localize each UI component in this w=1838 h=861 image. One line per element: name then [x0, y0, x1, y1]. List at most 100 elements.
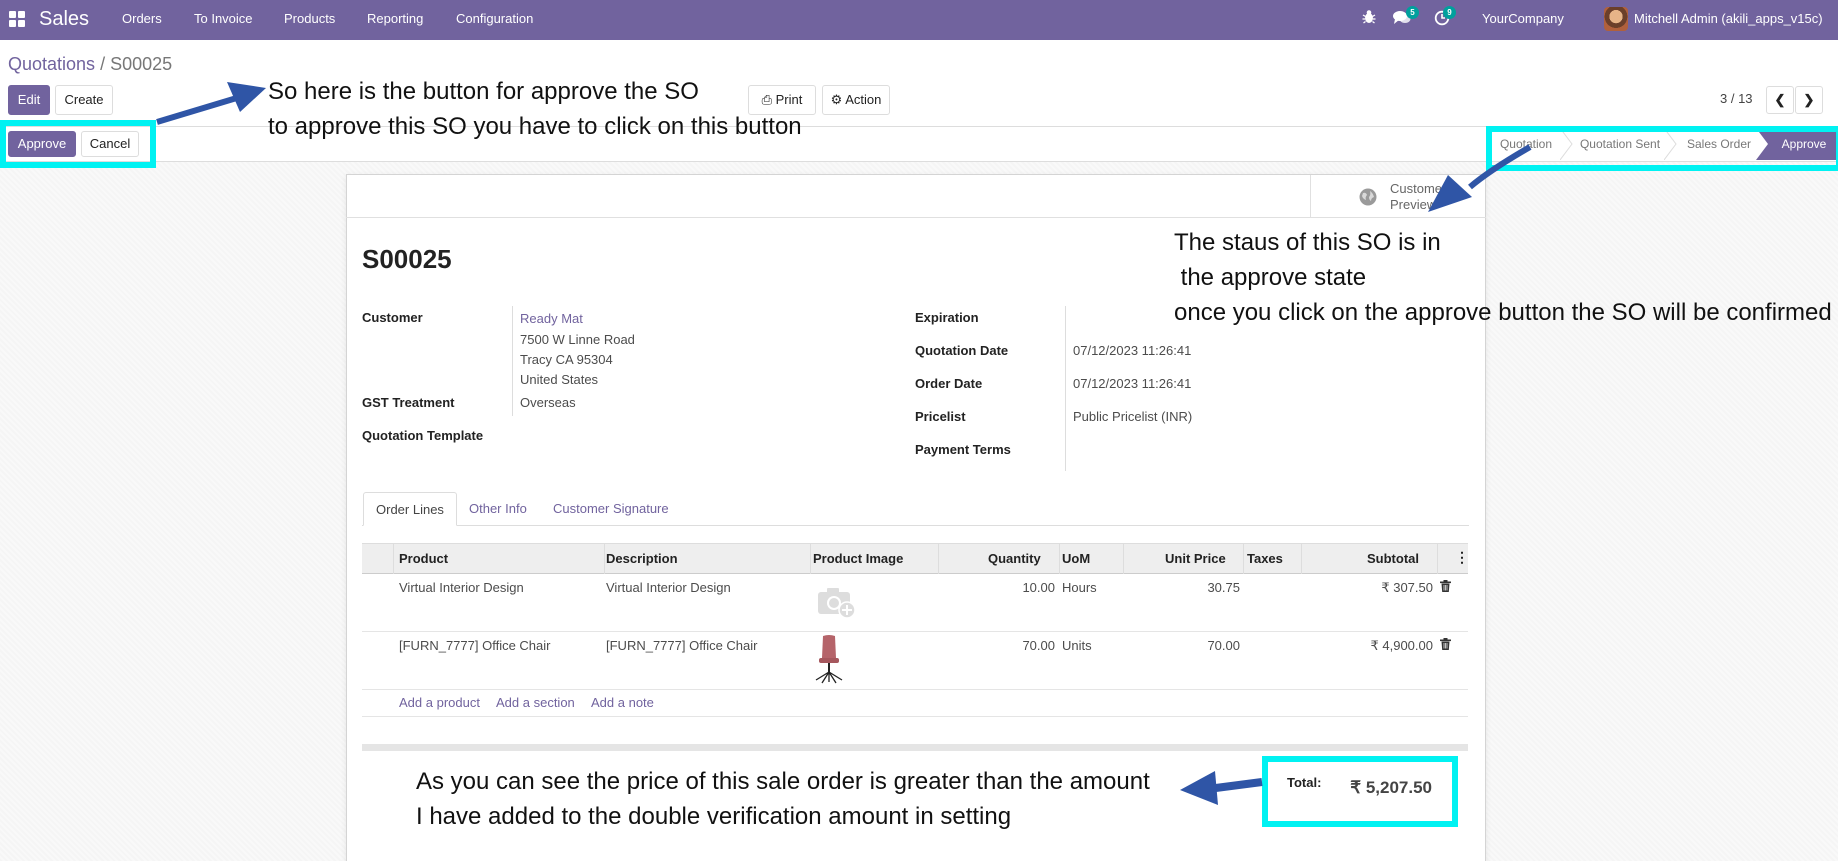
menu-orders[interactable]: Orders — [122, 11, 162, 26]
row-unit-price[interactable]: 30.75 — [1140, 580, 1240, 595]
col-product[interactable]: Product — [399, 551, 448, 566]
annotation-status-line1: The staus of this SO is in — [1174, 229, 1441, 256]
column-separator — [1301, 543, 1302, 574]
customer-address-line3: United States — [520, 372, 599, 387]
order-date-label: Order Date — [915, 376, 983, 391]
row-description[interactable]: [FURN_7777] Office Chair — [606, 638, 758, 653]
globe-icon — [1359, 188, 1377, 206]
col-subtotal[interactable]: Subtotal — [1367, 551, 1419, 566]
add-product-link[interactable]: Add a product — [399, 695, 480, 710]
order-name: S00025 — [362, 244, 452, 274]
gst-treatment-value: Overseas — [520, 395, 576, 410]
row-quantity[interactable]: 70.00 — [955, 638, 1055, 653]
quotation-date-value: 07/12/2023 11:26:41 — [1073, 343, 1192, 358]
col-product-image[interactable]: Product Image — [813, 551, 903, 566]
quotation-template-label: Quotation Template — [362, 428, 484, 443]
office-chair-image — [813, 634, 845, 687]
menu-products[interactable]: Products — [284, 11, 335, 26]
row-subtotal: ₹ 307.50 — [1381, 580, 1433, 595]
column-separator — [938, 543, 939, 574]
field-separator — [1065, 306, 1066, 471]
messages-count-badge: 5 — [1406, 6, 1419, 19]
customer-preview-button[interactable]: Customer Preview — [1310, 175, 1485, 218]
action-button[interactable]: ⚙ Action — [822, 85, 890, 115]
preview-label-1: Customer — [1390, 181, 1447, 196]
delete-row-icon[interactable] — [1440, 638, 1451, 653]
totals-divider — [362, 744, 1468, 751]
apps-menu-icon[interactable] — [9, 11, 25, 27]
annotation-status-line3: once you click on the approve button the… — [1174, 299, 1832, 326]
breadcrumb-separator: / — [100, 54, 106, 74]
customer-label: Customer — [362, 310, 423, 325]
row-quantity[interactable]: 10.00 — [955, 580, 1055, 595]
debug-bug-icon[interactable] — [1362, 9, 1376, 28]
breadcrumb-quotations[interactable]: Quotations — [8, 54, 95, 74]
pager-value[interactable]: 3 / 13 — [1720, 91, 1753, 106]
column-separator — [604, 543, 605, 574]
create-button[interactable]: Create — [55, 85, 113, 115]
annotation-price-line2: I have added to the double verification … — [416, 803, 1012, 830]
breadcrumb: Quotations / S00025 — [8, 54, 172, 75]
expiration-label: Expiration — [915, 310, 979, 325]
menu-configuration[interactable]: Configuration — [456, 11, 533, 26]
annotation-approve-line1: So here is the button for approve the SO — [268, 78, 699, 105]
tab-customer-signature[interactable]: Customer Signature — [541, 492, 681, 526]
col-description[interactable]: Description — [606, 551, 678, 566]
field-separator — [512, 306, 513, 416]
column-separator — [1059, 543, 1060, 574]
app-name[interactable]: Sales — [39, 8, 89, 31]
quotation-date-label: Quotation Date — [915, 343, 1009, 358]
highlight-total — [1262, 756, 1458, 827]
user-avatar[interactable] — [1604, 7, 1628, 31]
tab-other-info[interactable]: Other Info — [457, 492, 539, 526]
optional-columns-icon[interactable]: ⋮ — [1455, 549, 1469, 566]
row-uom[interactable]: Units — [1062, 638, 1092, 653]
annotation-price-line1: As you can see the price of this sale or… — [416, 768, 1150, 795]
delete-row-icon[interactable] — [1440, 580, 1451, 595]
pager-previous-button[interactable]: ❮ — [1766, 86, 1794, 114]
tab-order-lines[interactable]: Order Lines — [363, 492, 457, 526]
activities-count-badge: 9 — [1443, 6, 1456, 19]
pager-next-button[interactable]: ❯ — [1795, 86, 1823, 114]
edit-button[interactable]: Edit — [8, 85, 50, 115]
row-description[interactable]: Virtual Interior Design — [606, 580, 731, 595]
order-lines-header — [362, 543, 1468, 574]
row-unit-price[interactable]: 70.00 — [1140, 638, 1240, 653]
breadcrumb-current: S00025 — [110, 54, 173, 74]
customer-link[interactable]: Ready Mat — [520, 311, 583, 326]
col-unit-price[interactable]: Unit Price — [1165, 551, 1226, 566]
column-separator — [1123, 543, 1124, 574]
column-separator — [1437, 543, 1438, 574]
action-label: Action — [845, 92, 882, 107]
print-icon: ⎙ — [761, 92, 773, 107]
customer-address-line1: 7500 W Linne Road — [520, 332, 635, 347]
add-note-link[interactable]: Add a note — [591, 695, 654, 710]
menu-to-invoice[interactable]: To Invoice — [194, 11, 253, 26]
table-bottom-border — [362, 716, 1468, 717]
col-uom[interactable]: UoM — [1062, 551, 1090, 566]
preview-label-2: Preview — [1390, 197, 1437, 212]
pricelist-label: Pricelist — [915, 409, 966, 424]
row-product[interactable]: Virtual Interior Design — [399, 580, 524, 595]
col-quantity[interactable]: Quantity — [988, 551, 1041, 566]
column-separator — [393, 543, 394, 574]
highlight-status-bar — [1486, 126, 1838, 171]
pricelist-value: Public Pricelist (INR) — [1073, 409, 1193, 424]
gst-treatment-label: GST Treatment — [362, 395, 455, 410]
company-switcher[interactable]: YourCompany — [1482, 11, 1564, 26]
gear-icon: ⚙ — [830, 92, 843, 107]
row-subtotal: ₹ 4,900.00 — [1370, 638, 1434, 653]
user-menu[interactable]: Mitchell Admin (akili_apps_v15c) — [1634, 11, 1823, 26]
top-navbar: Sales Orders To Invoice Products Reporti… — [0, 0, 1838, 40]
col-taxes[interactable]: Taxes — [1247, 551, 1283, 566]
order-date-value: 07/12/2023 11:26:41 — [1073, 376, 1192, 391]
annotation-status-line2: the approve state — [1174, 264, 1367, 291]
row-uom[interactable]: Hours — [1062, 580, 1097, 595]
add-section-link[interactable]: Add a section — [496, 695, 575, 710]
customer-address-line2: Tracy CA 95304 — [520, 352, 613, 367]
payment-terms-label: Payment Terms — [915, 442, 1011, 457]
row-product[interactable]: [FURN_7777] Office Chair — [399, 638, 551, 653]
menu-reporting[interactable]: Reporting — [367, 11, 423, 26]
camera-placeholder-icon — [816, 584, 858, 623]
column-separator — [1243, 543, 1244, 574]
